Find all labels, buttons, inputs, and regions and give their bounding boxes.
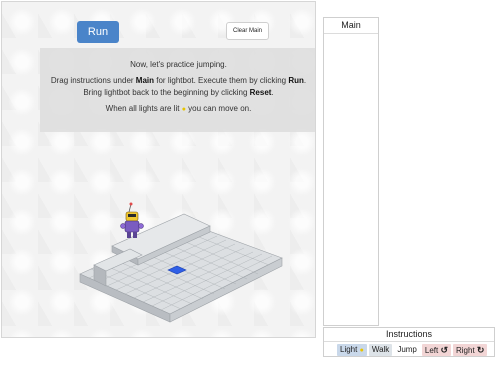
run-button[interactable]: Run xyxy=(77,21,119,43)
rotate-left-icon: ↺ xyxy=(440,345,448,355)
bulb-icon: ● xyxy=(359,347,364,354)
instructions-title: Instructions xyxy=(324,328,494,342)
right-instruction[interactable]: Right ↻ xyxy=(453,344,488,356)
run-keyword: Run xyxy=(288,76,304,85)
instructions-palette: Instructions Light ● Walk Jump Left ↺ Ri… xyxy=(323,327,495,357)
info-line-3: When all lights are lit ● you can move o… xyxy=(105,104,252,113)
main-program-panel[interactable]: Main xyxy=(323,17,379,326)
lightbot-robot xyxy=(120,202,144,238)
light-instruction[interactable]: Light ● xyxy=(337,344,367,356)
rotate-right-icon: ↻ xyxy=(476,345,485,355)
instruction-list: Light ● Walk Jump Left ↺ Right ↻ xyxy=(337,344,488,356)
game-stage: Run Clear Main Now, let's practice jumpi… xyxy=(1,1,316,338)
reset-keyword: Reset xyxy=(249,88,272,97)
clear-main-button[interactable]: Clear Main xyxy=(226,22,269,40)
left-instruction[interactable]: Left ↺ xyxy=(421,344,451,356)
instructions-info-panel: Now, let's practice jumping. Drag instru… xyxy=(40,48,315,132)
main-keyword: Main xyxy=(135,76,155,85)
jump-instruction[interactable]: Jump xyxy=(394,344,420,356)
isometric-game-board xyxy=(79,202,283,323)
main-panel-title: Main xyxy=(324,18,378,34)
walk-instruction[interactable]: Walk xyxy=(368,344,393,356)
info-line-1: Now, let's practice jumping. xyxy=(130,60,227,69)
info-line-2: Drag instructions under Main for lightbo… xyxy=(50,76,307,97)
